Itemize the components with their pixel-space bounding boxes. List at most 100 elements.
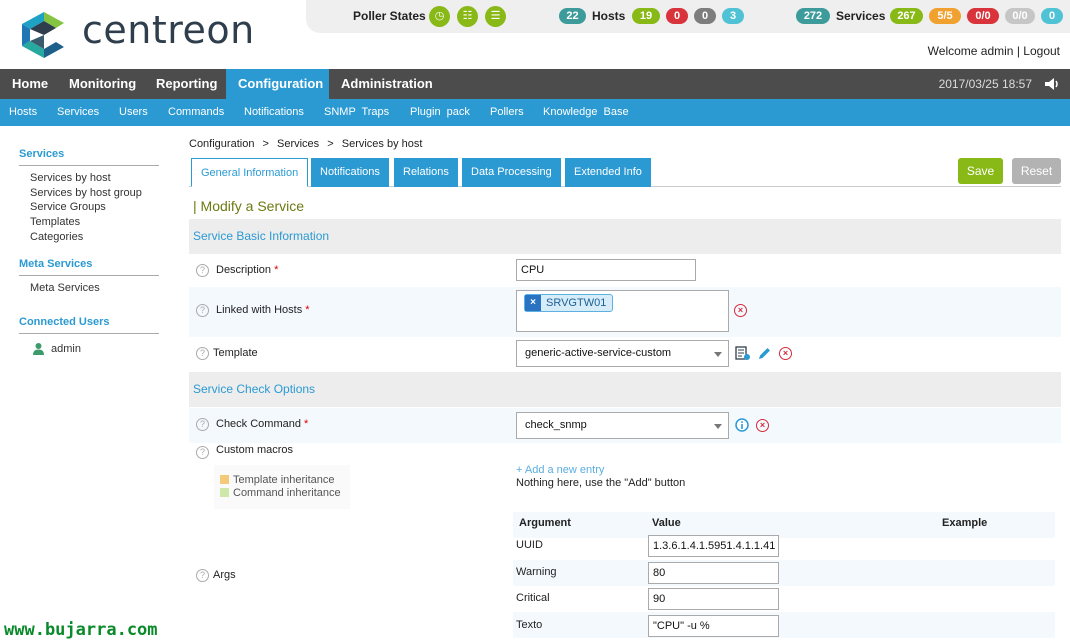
centreon-logo-icon — [22, 12, 64, 58]
database-icon[interactable]: ☷ — [457, 6, 478, 27]
subnav-pollers[interactable]: Pollers — [490, 106, 524, 118]
arg-name: Warning — [516, 566, 557, 578]
services-ok-badge[interactable]: 267 — [890, 8, 923, 24]
breadcrumb-services-by-host[interactable]: Services by host — [342, 138, 423, 150]
hosts-up-badge[interactable]: 19 — [632, 8, 660, 24]
nav-administration[interactable]: Administration — [329, 69, 445, 99]
nav-reporting[interactable]: Reporting — [144, 69, 229, 99]
add-new-entry-link[interactable]: + Add a new entry — [516, 464, 604, 476]
edit-pencil-icon[interactable] — [757, 346, 772, 361]
arg-row-bg — [513, 612, 1055, 638]
services-warning-badge[interactable]: 5/5 — [929, 8, 961, 24]
sidebar-item-meta-services[interactable]: Meta Services — [30, 282, 100, 294]
sidebar-heading-meta-services[interactable]: Meta Services — [19, 258, 159, 276]
tab-relations[interactable]: Relations — [394, 158, 458, 187]
breadcrumb-separator: > — [327, 138, 334, 150]
help-icon[interactable]: ? — [196, 304, 209, 317]
hosts-pending-badge[interactable]: 3 — [722, 8, 744, 24]
services-unknown-badge[interactable]: 0/0 — [1005, 8, 1035, 24]
hosts-unreachable-badge[interactable]: 0 — [694, 8, 716, 24]
breadcrumb-configuration[interactable]: Configuration — [189, 138, 254, 150]
tab-data-processing[interactable]: Data Processing — [462, 158, 561, 187]
section-check-options: Service Check Options — [189, 372, 1061, 407]
arg-value-input[interactable]: 80 — [648, 562, 779, 584]
template-label: Template — [213, 347, 258, 359]
check-command-label: Check Command * — [216, 418, 308, 430]
speaker-icon[interactable] — [1044, 77, 1060, 91]
main-nav: Home Monitoring Reporting Configuration … — [0, 69, 1070, 99]
nav-home[interactable]: Home — [0, 69, 60, 99]
hosts-label[interactable]: Hosts — [592, 9, 625, 23]
sidebar-heading-connected-users: Connected Users — [19, 316, 159, 334]
subnav-knowledge-base[interactable]: Knowledge Base — [543, 106, 629, 118]
subnav-snmp-traps[interactable]: SNMP Traps — [324, 106, 389, 118]
template-select[interactable]: generic-active-service-custom — [516, 340, 729, 367]
command-inheritance-swatch — [220, 488, 229, 497]
browse-template-icon[interactable] — [735, 346, 751, 361]
services-label[interactable]: Services — [836, 9, 885, 23]
services-total-badge[interactable]: 272 — [796, 8, 830, 24]
services-critical-badge[interactable]: 0/0 — [967, 8, 999, 24]
tab-notifications[interactable]: Notifications — [311, 158, 389, 187]
help-icon[interactable]: ? — [196, 569, 209, 582]
sidebar-heading-services[interactable]: Services — [19, 148, 159, 166]
subnav-commands[interactable]: Commands — [168, 106, 224, 118]
subnav-services[interactable]: Services — [57, 106, 99, 118]
nav-configuration[interactable]: Configuration — [226, 69, 329, 99]
sidebar-item-categories[interactable]: Categories — [30, 231, 83, 243]
template-select-value: generic-active-service-custom — [525, 347, 672, 359]
clear-hosts-icon[interactable]: × — [734, 304, 747, 317]
clear-command-icon[interactable]: × — [756, 419, 769, 432]
empty-macros-message: Nothing here, use the "Add" button — [516, 477, 686, 489]
breadcrumb: Configuration > Services > Services by h… — [189, 138, 422, 150]
sidebar-item-templates[interactable]: Templates — [30, 216, 80, 228]
arg-name: Texto — [516, 619, 543, 631]
user-greeting: Welcome admin | Logout — [928, 44, 1060, 58]
save-button[interactable]: Save — [958, 158, 1003, 184]
arg-value-input[interactable]: 90 — [648, 588, 779, 610]
check-command-select[interactable]: check_snmp — [516, 412, 729, 439]
required-mark: * — [304, 418, 309, 430]
clear-template-icon[interactable]: × — [779, 347, 792, 360]
logout-link[interactable]: Logout — [1023, 44, 1060, 58]
linked-hosts-label: Linked with Hosts * — [216, 304, 310, 316]
sidebar-item-services-by-host[interactable]: Services by host — [30, 172, 111, 184]
arg-value-input[interactable]: "CPU" -u % — [648, 615, 779, 637]
status-bar: Poller States ◷ ☷ ☰ 22 Hosts 19 0 0 3 27… — [306, 0, 1070, 33]
remove-tag-icon[interactable]: × — [525, 295, 541, 311]
help-icon[interactable]: ? — [196, 347, 209, 360]
sidebar-item-services-by-host-group[interactable]: Services by host group — [30, 187, 142, 199]
centreon-logo[interactable]: centreon — [18, 8, 278, 58]
tab-extended-info[interactable]: Extended Info — [565, 158, 651, 187]
arg-value-input[interactable]: 1.3.6.1.4.1.5951.4.1.1.41 — [648, 535, 779, 557]
breadcrumb-services[interactable]: Services — [277, 138, 319, 150]
check-command-label-text: Check Command — [216, 418, 301, 430]
chevron-down-icon — [714, 424, 722, 429]
nav-monitoring[interactable]: Monitoring — [57, 69, 148, 99]
subnav-plugin-pack[interactable]: Plugin pack — [410, 106, 470, 118]
check-command-value: check_snmp — [525, 419, 587, 431]
tab-general-information[interactable]: General Information — [191, 158, 309, 187]
arg-row-bg — [513, 560, 1055, 586]
description-label: Description * — [216, 264, 278, 276]
services-pending-badge[interactable]: 0 — [1041, 8, 1063, 24]
subnav-users[interactable]: Users — [119, 106, 148, 118]
reset-button[interactable]: Reset — [1012, 158, 1061, 184]
description-input[interactable]: CPU — [516, 259, 696, 281]
subnav-hosts[interactable]: Hosts — [9, 106, 37, 118]
help-icon[interactable]: ? — [196, 418, 209, 431]
template-inheritance-label: Template inheritance — [233, 474, 335, 486]
args-header-example: Example — [942, 517, 988, 529]
breadcrumb-separator: > — [262, 138, 269, 150]
sidebar-item-service-groups[interactable]: Service Groups — [30, 201, 106, 213]
info-icon[interactable] — [735, 418, 749, 432]
connected-user-admin: admin — [51, 343, 81, 355]
subnav-notifications[interactable]: Notifications — [244, 106, 304, 118]
clock-icon[interactable]: ◷ — [429, 6, 450, 27]
hosts-down-badge[interactable]: 0 — [666, 8, 688, 24]
server-stack-icon[interactable]: ☰ — [485, 6, 506, 27]
help-icon[interactable]: ? — [196, 264, 209, 277]
hosts-total-badge[interactable]: 22 — [559, 8, 586, 24]
args-label: Args — [213, 569, 236, 581]
help-icon[interactable]: ? — [196, 446, 209, 459]
